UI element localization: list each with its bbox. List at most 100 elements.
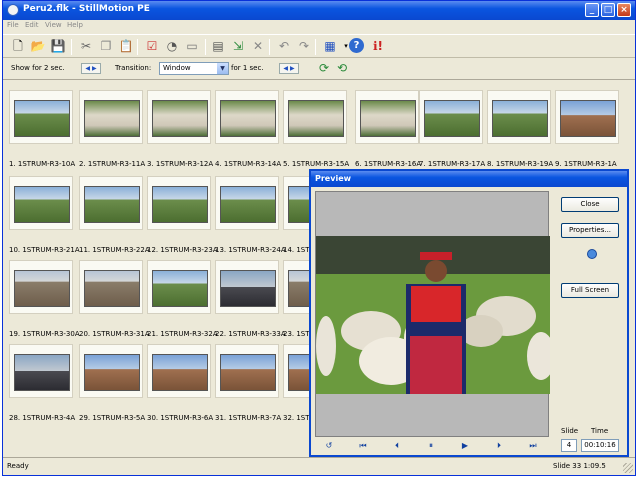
- preview-window[interactable]: Preview Close Properties... Full Screen …: [309, 169, 629, 457]
- loop-icon[interactable]: ↺: [321, 439, 337, 453]
- apply-icon[interactable]: ⟲: [333, 60, 351, 77]
- menu-edit[interactable]: Edit: [25, 21, 39, 29]
- menu-view[interactable]: View: [45, 21, 62, 29]
- slide-thumbnail[interactable]: 12. 1STRUM-R3-23A: [147, 176, 218, 258]
- thumbnail-frame: [147, 90, 211, 144]
- slide-thumbnail[interactable]: 30. 1STRUM-R3-6A: [147, 344, 213, 426]
- slide-thumbnail[interactable]: 10. 1STRUM-R3-21A: [9, 176, 80, 258]
- title-bar[interactable]: Peru2.flk - StillMotion PE _ □ ×: [3, 1, 635, 20]
- slide-thumbnail[interactable]: 9. 1STRUM-R3-1A: [555, 90, 621, 172]
- playback-controls: ↺ ⏮ ⏴ ⏸ ▶ ⏵ ⏭: [315, 439, 627, 453]
- slideshow-icon[interactable]: ▤: [209, 38, 227, 55]
- thumbnail-frame: [355, 90, 419, 144]
- thumbnail-image: [84, 354, 140, 391]
- slide-thumbnail[interactable]: 20. 1STRUM-R3-31A: [79, 260, 150, 342]
- thumbnail-frame: [147, 176, 211, 230]
- slide-thumbnail[interactable]: 21. 1STRUM-R3-32A: [147, 260, 218, 342]
- thumbnail-image: [14, 186, 70, 223]
- paste-icon[interactable]: 📋: [117, 38, 135, 55]
- blank-icon[interactable]: ▭: [183, 38, 201, 55]
- slide-thumbnail[interactable]: 6. 1STRUM-R3-16A: [355, 90, 421, 172]
- menu-file[interactable]: File: [7, 21, 19, 29]
- full-screen-button[interactable]: Full Screen: [561, 283, 619, 298]
- next-icon[interactable]: ⏵: [491, 439, 507, 453]
- thumbnail-image: [220, 100, 276, 137]
- slide-thumbnail[interactable]: 13. 1STRUM-R3-24A: [215, 176, 286, 258]
- prev-icon[interactable]: ⏴: [389, 439, 405, 453]
- open-icon[interactable]: 📂: [29, 38, 47, 55]
- play-icon[interactable]: ▶: [457, 439, 473, 453]
- slide-thumbnail[interactable]: 29. 1STRUM-R3-5A: [79, 344, 145, 426]
- thumbnail-image: [152, 100, 208, 137]
- delete-icon[interactable]: ✕: [249, 38, 267, 55]
- thumbnail-frame: [555, 90, 619, 144]
- slide-thumbnail[interactable]: 22. 1STRUM-R3-33A: [215, 260, 286, 342]
- info-icon[interactable]: ℹ!: [369, 38, 387, 55]
- transition-select[interactable]: Window ▼: [159, 62, 229, 75]
- status-text: Ready: [7, 462, 29, 470]
- copy-icon[interactable]: ❐: [97, 38, 115, 55]
- slide-thumbnail[interactable]: 11. 1STRUM-R3-22A: [79, 176, 150, 258]
- thumbnail-frame: [487, 90, 551, 144]
- maximize-button[interactable]: □: [601, 3, 615, 17]
- slide-thumbnail[interactable]: 5. 1STRUM-R3-15A: [283, 90, 349, 172]
- slide-thumbnail[interactable]: 1. 1STRUM-R3-10A: [9, 90, 75, 172]
- thumbnail-frame: [79, 90, 143, 144]
- status-bar: Ready Slide 33 1:09.5: [3, 457, 635, 475]
- thumbnail-image: [84, 270, 140, 307]
- slide-counter: Slide 33 1:09.5: [553, 462, 606, 470]
- thumbnail-image: [14, 100, 70, 137]
- show-duration-arrows[interactable]: ◀ ▶: [81, 63, 101, 74]
- thumbnail-frame: [215, 260, 279, 314]
- redo-icon[interactable]: ↷: [295, 38, 313, 55]
- slide-thumbnail[interactable]: 31. 1STRUM-R3-7A: [215, 344, 281, 426]
- menu-help[interactable]: Help: [67, 21, 83, 29]
- speaker-icon[interactable]: [587, 249, 597, 259]
- show-for-label: Show for 2 sec.: [11, 64, 65, 72]
- pause-icon[interactable]: ⏸: [423, 439, 439, 453]
- thumbnail-caption: 9. 1STRUM-R3-1A: [555, 160, 617, 168]
- transition-label: Transition:: [115, 64, 152, 72]
- export-icon[interactable]: ⇲: [229, 38, 247, 55]
- transition-value: Window: [163, 64, 191, 72]
- help-icon[interactable]: ?: [349, 38, 364, 53]
- thumbnail-frame: [9, 344, 73, 398]
- preview-title[interactable]: Preview: [311, 171, 627, 187]
- thumbnail-image: [424, 100, 480, 137]
- thumbnail-frame: [147, 344, 211, 398]
- preview-image: [316, 236, 550, 394]
- options-bar: Show for 2 sec. ◀ ▶ Transition: Window ▼…: [3, 59, 635, 79]
- slide-thumbnail[interactable]: 2. 1STRUM-R3-11A: [79, 90, 145, 172]
- timer-icon[interactable]: ◔: [163, 38, 181, 55]
- close-preview-button[interactable]: Close: [561, 197, 619, 212]
- slide-thumbnail[interactable]: 3. 1STRUM-R3-12A: [147, 90, 213, 172]
- thumbnail-frame: [147, 260, 211, 314]
- chevron-down-icon[interactable]: ▼: [217, 63, 228, 74]
- last-icon[interactable]: ⏭: [525, 439, 541, 453]
- minimize-button[interactable]: _: [585, 3, 599, 17]
- check-icon[interactable]: ☑: [143, 38, 161, 55]
- resize-grip[interactable]: [623, 463, 633, 473]
- refresh-icon[interactable]: ⟳: [315, 60, 333, 77]
- slide-thumbnail[interactable]: 8. 1STRUM-R3-19A: [487, 90, 553, 172]
- transition-duration-arrows[interactable]: ◀ ▶: [279, 63, 299, 74]
- slide-thumbnail[interactable]: 19. 1STRUM-R3-30A: [9, 260, 80, 342]
- for-label: for 1 sec.: [231, 64, 264, 72]
- thumbnail-frame: [79, 344, 143, 398]
- slide-thumbnail[interactable]: 7. 1STRUM-R3-17A: [419, 90, 485, 172]
- close-button[interactable]: ×: [617, 3, 631, 17]
- toolbar: 🗋 📂 💾 ✂ ❐ 📋 ☑ ◔ ▭ ▤ ⇲ ✕ ↶ ↷ ▦ ▾ ? ℹ!: [3, 34, 635, 58]
- undo-icon[interactable]: ↶: [275, 38, 293, 55]
- thumbnail-image: [152, 186, 208, 223]
- slide-thumbnail[interactable]: 4. 1STRUM-R3-14A: [215, 90, 281, 172]
- first-icon[interactable]: ⏮: [355, 439, 371, 453]
- thumbnail-image: [360, 100, 416, 137]
- new-icon[interactable]: 🗋: [9, 38, 27, 55]
- save-icon[interactable]: 💾: [49, 38, 67, 55]
- thumbnail-frame: [283, 90, 347, 144]
- cut-icon[interactable]: ✂: [77, 38, 95, 55]
- thumbnail-image: [84, 186, 140, 223]
- properties-button[interactable]: Properties...: [561, 223, 619, 238]
- slide-thumbnail[interactable]: 28. 1STRUM-R3-4A: [9, 344, 75, 426]
- thumbnail-frame: [79, 260, 143, 314]
